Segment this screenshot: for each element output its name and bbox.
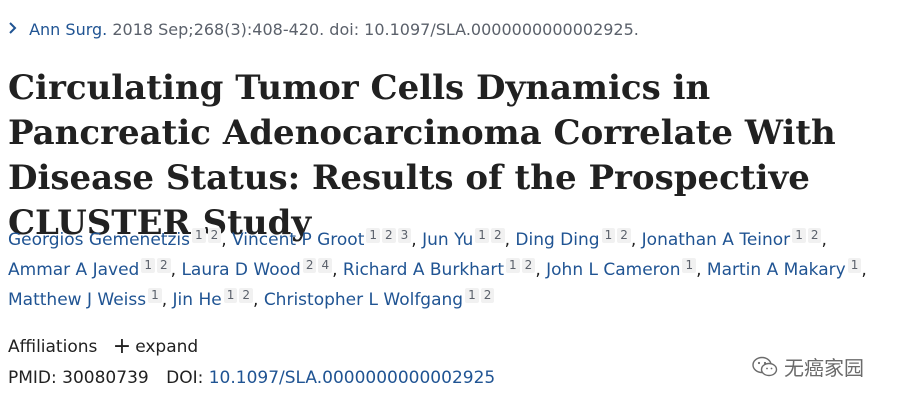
author-separator: , — [630, 230, 642, 250]
author-link[interactable]: Jun Yu — [422, 230, 473, 250]
author-item: Richard A Burkhart 1 2, — [343, 258, 547, 280]
author-link[interactable]: Christopher L Wolfgang — [264, 290, 463, 310]
affiliation-number[interactable]: 2 — [490, 228, 505, 243]
author-item: Martin A Makary 1, — [707, 258, 867, 280]
author-separator: , — [332, 260, 343, 280]
author-separator: , — [221, 230, 233, 250]
author-link[interactable]: Georgios Gemenetzis — [8, 230, 190, 250]
affiliation-number[interactable]: 2 — [807, 228, 822, 243]
identifiers-row: PMID: 30080739 DOI: 10.1097/SLA.00000000… — [8, 368, 495, 388]
chevron-right-icon[interactable] — [8, 20, 24, 39]
author-link[interactable]: John L Cameron — [546, 260, 680, 280]
affiliations-label: Affiliations — [8, 337, 98, 357]
affiliation-number[interactable]: 1 — [601, 228, 616, 243]
author-item: Ammar A Javed 1 2, — [8, 258, 182, 280]
affiliation-number[interactable]: 2 — [156, 258, 171, 273]
doi-link[interactable]: 10.1097/SLA.0000000000002925 — [209, 368, 495, 388]
author-link[interactable]: Jin He — [173, 290, 222, 310]
affiliation-number[interactable]: 1 — [475, 228, 489, 243]
author-link[interactable]: Laura D Wood — [181, 260, 300, 280]
author-separator: , — [504, 230, 516, 250]
citation-details: 2018 Sep;268(3):408-420. doi: 10.1097/SL… — [107, 20, 639, 39]
author-item: John L Cameron 1, — [546, 258, 707, 280]
doi-label: DOI: — [166, 368, 204, 388]
author-link[interactable]: Martin A Makary — [707, 260, 846, 280]
wechat-icon — [752, 356, 778, 376]
author-link[interactable]: Ammar A Javed — [8, 260, 139, 280]
pmid-value: 30080739 — [62, 368, 149, 388]
author-separator: , — [161, 290, 173, 310]
author-separator: , — [696, 260, 707, 280]
author-item: Laura D Wood 2 4, — [181, 258, 343, 280]
watermark: 无癌家园 — [752, 352, 864, 381]
author-separator: , — [170, 260, 182, 280]
authors-list: Georgios Gemenetzis 1 2, Vincent P Groot 1 2… — [8, 225, 888, 315]
affiliation-number[interactable]: 2 — [382, 228, 396, 243]
affiliation-number[interactable]: 2 — [207, 228, 222, 243]
author-link[interactable]: Vincent P Groot — [232, 230, 364, 250]
author-item: Jun Yu 1 2, — [422, 228, 516, 250]
affiliation-number[interactable]: 1 — [366, 228, 381, 243]
citation-line: Ann Surg. 2018 Sep;268(3):408-420. doi: … — [8, 20, 639, 39]
affiliations-row: Affiliations + expand — [8, 334, 198, 359]
affiliation-number[interactable]: 2 — [239, 288, 253, 303]
affiliation-number[interactable]: 1 — [792, 228, 806, 243]
author-item: Matthew J Weiss 1, — [8, 288, 173, 310]
affiliation-number[interactable]: 4 — [318, 258, 333, 273]
author-separator: , — [253, 290, 264, 310]
author-item: Christopher L Wolfgang 1 2 — [264, 288, 495, 310]
affiliation-number[interactable]: 1 — [682, 258, 697, 273]
author-link[interactable]: Richard A Burkhart — [343, 260, 504, 280]
author-item: Jonathan A Teinor 1 2, — [642, 228, 827, 250]
author-link[interactable]: Jonathan A Teinor — [642, 230, 791, 250]
author-separator: , — [861, 260, 867, 280]
author-separator: , — [411, 230, 423, 250]
affiliation-number[interactable]: 2 — [617, 228, 631, 243]
affiliation-number[interactable]: 1 — [148, 288, 162, 303]
pmid-label: PMID: — [8, 368, 57, 388]
author-item: Georgios Gemenetzis 1 2, — [8, 228, 233, 250]
affiliation-number[interactable]: 2 — [302, 258, 317, 273]
affiliation-number[interactable]: 1 — [506, 258, 520, 273]
author-item: Vincent P Groot 1 2 3, — [232, 228, 423, 250]
affiliation-number[interactable]: 2 — [521, 258, 536, 273]
affiliation-number[interactable]: 2 — [480, 288, 495, 303]
author-separator: , — [535, 260, 547, 280]
journal-link[interactable]: Ann Surg. — [29, 20, 107, 39]
expand-button[interactable]: + expand — [103, 334, 199, 359]
watermark-text: 无癌家园 — [784, 356, 864, 380]
author-item: Jin He 1 2, — [173, 288, 264, 310]
plus-icon: + — [112, 334, 132, 359]
affiliation-number[interactable]: 3 — [397, 228, 412, 243]
article-title: Circulating Tumor Cells Dynamics in Panc… — [8, 68, 836, 243]
affiliation-number[interactable]: 1 — [223, 288, 238, 303]
author-separator: , — [821, 230, 827, 250]
author-link[interactable]: Matthew J Weiss — [8, 290, 146, 310]
expand-label: expand — [135, 337, 199, 357]
affiliation-number[interactable]: 1 — [191, 228, 206, 243]
affiliation-number[interactable]: 1 — [465, 288, 479, 303]
author-link[interactable]: Ding Ding — [515, 230, 599, 250]
affiliation-number[interactable]: 1 — [141, 258, 155, 273]
affiliation-number[interactable]: 1 — [847, 258, 862, 273]
author-item: Ding Ding 1 2, — [515, 228, 642, 250]
